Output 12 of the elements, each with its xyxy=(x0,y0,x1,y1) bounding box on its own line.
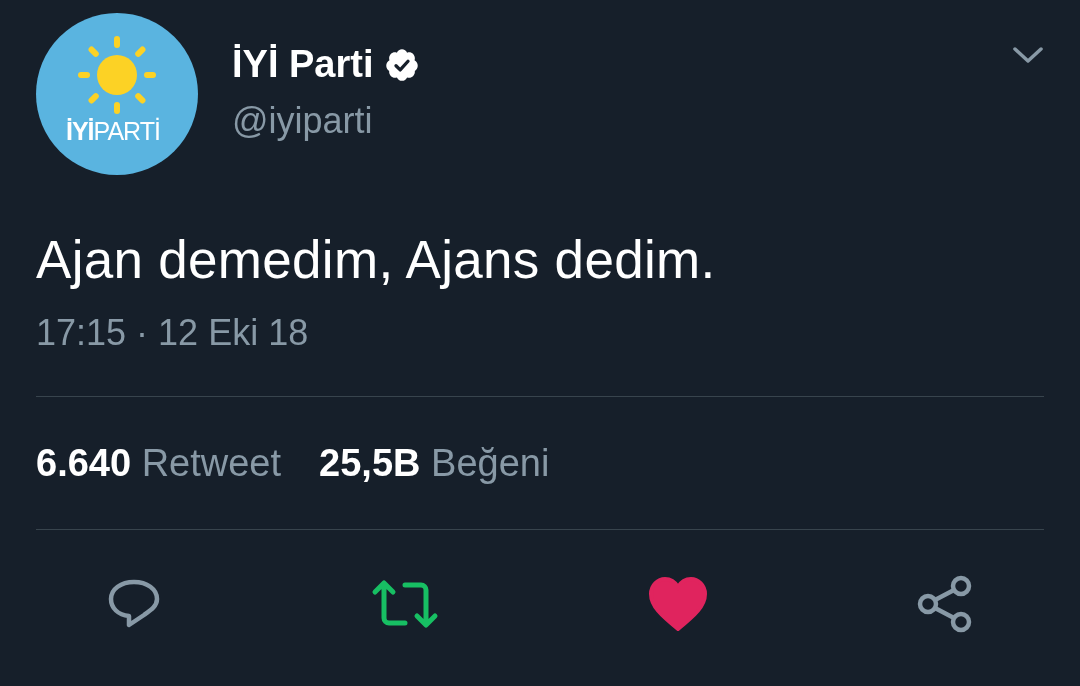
heart-icon[interactable] xyxy=(648,577,707,631)
chevron-down-icon[interactable] xyxy=(1012,45,1044,65)
user-handle[interactable]: @iyiparti xyxy=(232,100,978,142)
share-icon[interactable] xyxy=(916,575,974,633)
tweet-timestamp: 17:15 · 12 Eki 18 xyxy=(36,312,310,354)
sun-icon xyxy=(75,33,159,117)
retweet-icon[interactable] xyxy=(371,578,440,630)
stat-count[interactable]: 25,5B Beğeni xyxy=(319,441,550,485)
logo-text: İYİPARTİ xyxy=(66,117,160,146)
display-name[interactable]: İYİ Parti xyxy=(232,43,374,86)
tweet-text: Ajan demedim, Ajans dedim. xyxy=(36,229,717,290)
stat-count[interactable]: 6.640 Retweet xyxy=(36,441,282,485)
